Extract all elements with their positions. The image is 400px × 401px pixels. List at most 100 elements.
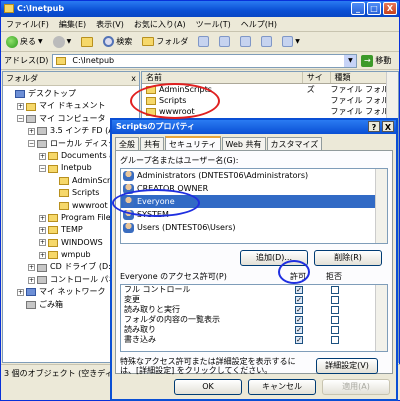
column-name[interactable]: 名前 xyxy=(142,72,303,83)
list-item[interactable]: wwwroot ファイル フォルダ xyxy=(142,106,398,117)
address-value: C:\Inetpub xyxy=(72,56,115,65)
deny-checkbox[interactable] xyxy=(331,336,339,344)
allow-checkbox[interactable]: ✓ xyxy=(295,286,303,294)
list-item-name-cell: Scripts xyxy=(142,95,303,106)
menu-view[interactable]: 表示(V) xyxy=(96,17,124,31)
list-item[interactable]: AdminScripts ファイル フォルダ xyxy=(142,84,398,95)
close-pane-icon[interactable]: x xyxy=(131,72,136,86)
menu-help[interactable]: ヘルプ(H) xyxy=(241,17,277,31)
add-button[interactable]: 追加(D)... xyxy=(240,250,308,266)
dialog-tab[interactable]: 共有 xyxy=(140,137,164,150)
menu-file[interactable]: ファイル(F) xyxy=(6,17,49,31)
allow-checkbox[interactable]: ✓ xyxy=(295,316,303,324)
window-titlebar[interactable]: C:\Inetpub _ □ X xyxy=(1,1,399,17)
expand-icon[interactable]: + xyxy=(39,239,46,247)
tree-item[interactable]: デスクトップ xyxy=(3,88,139,100)
folders-button[interactable]: フォルダ xyxy=(140,34,190,50)
dialog-titlebar[interactable]: Scriptsのプロパティ ? X xyxy=(112,120,396,134)
go-button[interactable]: → 移動 xyxy=(361,54,392,67)
search-button[interactable]: 検索 xyxy=(101,34,134,50)
tree-item-label: wmpub xyxy=(61,250,91,260)
cancel-button[interactable]: キャンセル xyxy=(248,379,316,395)
expand-icon[interactable]: + xyxy=(17,103,24,111)
user-list-item[interactable]: Users (DNTEST06\Users) xyxy=(121,221,387,234)
views-button[interactable]: ▼ xyxy=(280,34,302,50)
expand-icon[interactable]: + xyxy=(28,276,35,284)
back-button[interactable]: 戻る ▼ xyxy=(4,34,45,50)
dialog-tab[interactable]: セキュリティ xyxy=(165,136,221,150)
folder-icon xyxy=(59,201,69,210)
permission-list: フル コントロール ✓ 変更 ✓ 読み取りと実行 ✓ フォルダの内容の一覧表示 ✓ 読み取り ✓ 書… xyxy=(120,284,388,352)
tree-item-label: CD ドライブ (D:) xyxy=(50,262,114,272)
user-list-item[interactable]: Everyone xyxy=(121,195,387,208)
dialog-tab[interactable]: カスタマイズ xyxy=(266,137,323,150)
minimize-button[interactable]: _ xyxy=(351,2,365,15)
tree-item-label: ごみ箱 xyxy=(39,299,63,309)
deny-checkbox[interactable] xyxy=(331,286,339,294)
copy-to-button[interactable] xyxy=(217,34,232,50)
expand-icon[interactable]: + xyxy=(39,226,46,234)
up-folder-button[interactable] xyxy=(79,34,95,50)
deny-checkbox[interactable] xyxy=(331,296,339,304)
maximize-button[interactable]: □ xyxy=(367,2,381,15)
permission-scrollbar[interactable] xyxy=(375,285,387,351)
apply-button[interactable]: 適用(A) xyxy=(322,379,390,395)
forward-button[interactable]: ▼ xyxy=(51,34,74,50)
move-to-button[interactable] xyxy=(196,34,211,50)
collapse-icon[interactable]: − xyxy=(28,140,35,148)
collapse-icon[interactable]: − xyxy=(17,115,24,123)
remove-button[interactable]: 削除(R) xyxy=(314,250,382,266)
allow-checkbox[interactable]: ✓ xyxy=(295,296,303,304)
permission-row: 読み取り ✓ xyxy=(121,325,387,335)
expand-icon[interactable]: + xyxy=(28,127,35,135)
user-list-scrollbar[interactable] xyxy=(375,169,387,243)
column-size[interactable]: サイズ xyxy=(303,72,331,94)
expand-icon[interactable]: + xyxy=(39,214,46,222)
user-list-item[interactable]: Administrators (DNTEST06\Administrators) xyxy=(121,169,387,182)
close-button[interactable]: X xyxy=(383,2,397,15)
list-header: 名前 サイズ 種類 xyxy=(142,72,398,94)
expand-icon[interactable]: + xyxy=(39,152,46,160)
ok-button[interactable]: OK xyxy=(174,379,242,395)
menu-edit[interactable]: 編集(E) xyxy=(59,17,86,31)
permission-name: フル コントロール xyxy=(124,285,191,294)
go-label: 移動 xyxy=(375,56,392,65)
user-group-icon xyxy=(123,196,134,207)
deny-checkbox[interactable] xyxy=(331,326,339,334)
advanced-button[interactable]: 詳細設定(V) xyxy=(316,358,378,374)
expand-icon[interactable]: + xyxy=(28,264,35,272)
dialog-tab[interactable]: 全般 xyxy=(115,137,139,150)
expand-icon[interactable]: + xyxy=(17,288,24,296)
address-dropdown-icon[interactable]: ▼ xyxy=(344,54,357,67)
menu-bar: ファイル(F) 編集(E) 表示(V) お気に入り(A) ツール(T) ヘルプ(… xyxy=(1,17,399,32)
expand-icon[interactable]: + xyxy=(39,251,46,259)
help-button[interactable]: ? xyxy=(368,121,380,132)
dialog-tab[interactable]: Web 共有 xyxy=(221,137,266,150)
allow-checkbox[interactable]: ✓ xyxy=(295,336,303,344)
menu-favorites[interactable]: お気に入り(A) xyxy=(134,17,186,31)
menu-tools[interactable]: ツール(T) xyxy=(196,17,231,31)
deny-checkbox[interactable] xyxy=(331,316,339,324)
dialog-close-button[interactable]: X xyxy=(382,121,394,132)
folder-icon xyxy=(37,276,47,285)
tree-item-label: Program Files xyxy=(61,212,115,222)
allow-header: 許可 xyxy=(290,272,306,281)
deny-checkbox[interactable] xyxy=(331,306,339,314)
undo-button[interactable] xyxy=(259,34,274,50)
folder-up-icon xyxy=(81,36,94,47)
search-label: 検索 xyxy=(116,37,133,46)
undo-icon xyxy=(261,36,273,47)
collapse-icon[interactable]: − xyxy=(39,165,46,173)
user-list-item[interactable]: CREATOR OWNER xyxy=(121,182,387,195)
allow-checkbox[interactable]: ✓ xyxy=(295,306,303,314)
folder-icon xyxy=(26,300,36,309)
tree-item-label: WINDOWS xyxy=(61,237,103,247)
user-list-item[interactable]: SYSTEM xyxy=(121,208,387,221)
tree-item[interactable]: + マイ ドキュメント xyxy=(3,100,139,112)
user-group-icon xyxy=(123,170,134,181)
allow-checkbox[interactable]: ✓ xyxy=(295,326,303,334)
address-field[interactable]: C:\Inetpub ▼ xyxy=(52,53,358,68)
list-item[interactable]: Scripts ファイル フォルダ xyxy=(142,95,398,106)
delete-button[interactable] xyxy=(238,34,253,50)
dialog-tabs: 全般 共有 セキュリティ Web 共有 カスタマイズ xyxy=(112,134,396,151)
